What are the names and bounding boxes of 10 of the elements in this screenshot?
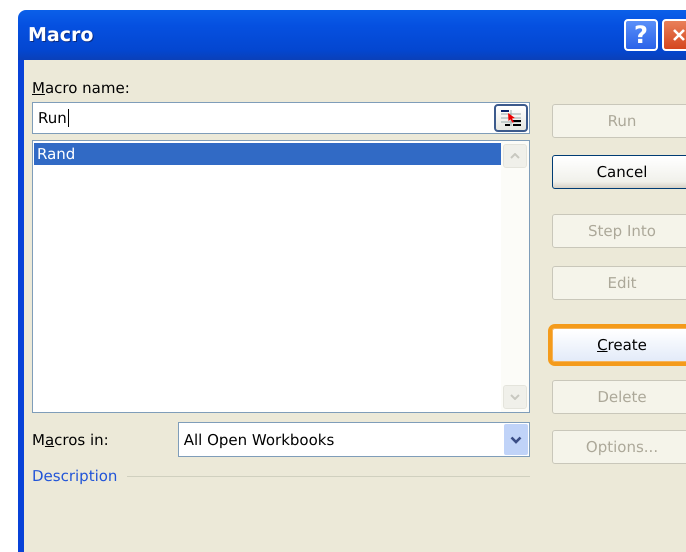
- macro-list-item[interactable]: Rand: [34, 143, 501, 165]
- window-title: Macro: [28, 24, 94, 46]
- help-button[interactable]: ?: [624, 19, 658, 51]
- macro-name-label: Macro name:: [32, 79, 130, 97]
- macros-in-label: Macros in:: [32, 430, 110, 448]
- macro-list[interactable]: Rand: [32, 140, 530, 413]
- macro-name-field[interactable]: Run: [32, 102, 530, 134]
- macros-in-dropdown[interactable]: All Open Workbooks: [178, 422, 530, 457]
- description-heading: Description: [32, 467, 118, 485]
- dialog-button[interactable]: Cancel: [552, 155, 686, 189]
